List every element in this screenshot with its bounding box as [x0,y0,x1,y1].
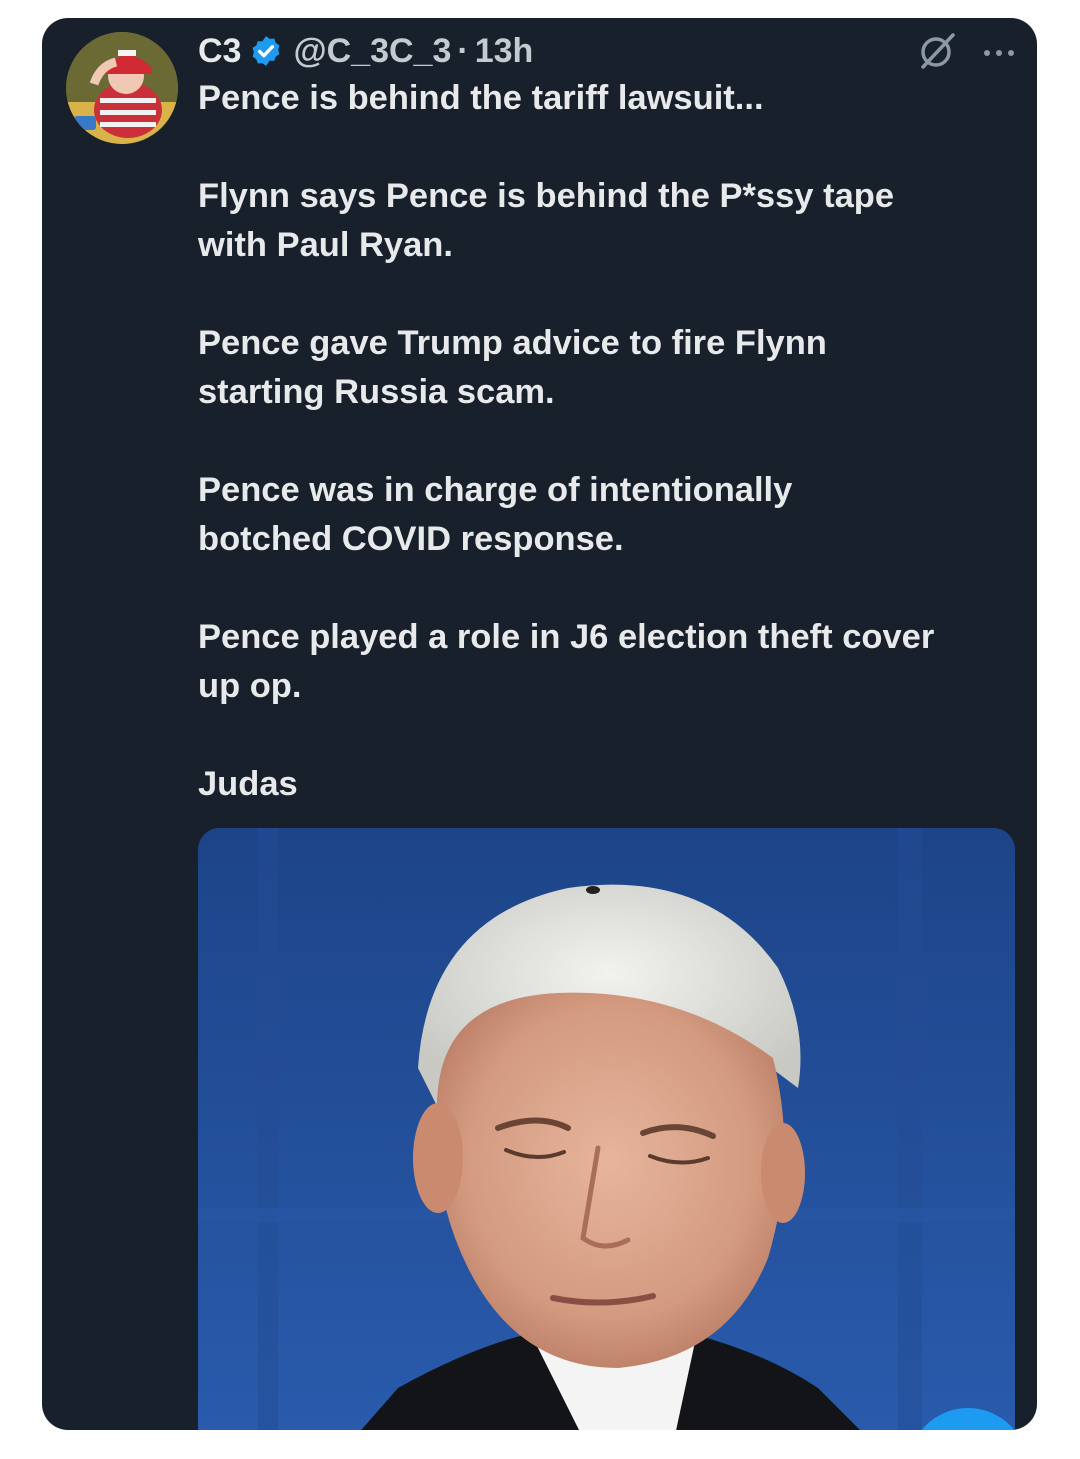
tweet-paragraph: Pence played a role in J6 election theft… [198,613,1018,711]
tweet-paragraph: Flynn says Pence is behind the P*ssy tap… [198,172,1018,270]
avatar[interactable] [66,32,178,144]
tweet-paragraph: Judas [198,760,1018,809]
tweet-card[interactable]: C3 @C_3C_3 · 13h Pence is behind the tar… [42,18,1037,1430]
tweet-paragraph: Pence is behind the tariff lawsuit... [198,74,1018,123]
tweet-line: Judas [198,765,298,803]
user-handle[interactable]: @C_3C_3 [293,32,451,71]
tweet-paragraph: Pence gave Trump advice to fire Flynn sta… [198,319,1018,417]
tweet-line: Pence gave Trump advice to fire Flynn [198,324,827,362]
display-name[interactable]: C3 [198,32,241,71]
verified-badge-icon [253,36,280,66]
tweet-line: Pence played a role in J6 election theft… [198,618,935,656]
tweet-line: with Paul Ryan. [198,226,453,264]
timestamp[interactable]: 13h [475,32,534,71]
tweet-media-photo[interactable] [198,828,1015,1430]
tweet-paragraph: Pence was in charge of intentionally botc… [198,466,1018,564]
portrait-photo [198,828,1015,1430]
more-icon[interactable] [981,46,1017,60]
tweet-line: starting Russia scam. [198,373,555,411]
tweet-text: Pence is behind the tariff lawsuit... Fl… [198,74,1018,809]
tweet-line: botched COVID response. [198,520,624,558]
tweet-line: up op. [198,667,302,705]
tweet-line: Pence was in charge of intentionally [198,471,793,509]
grok-icon[interactable] [915,29,959,73]
separator-dot: · [457,31,469,70]
avatar-image [66,32,178,144]
tweet-line: Flynn says Pence is behind the P*ssy tap… [198,177,895,215]
tweet-line: Pence is behind the tariff lawsuit... [198,79,764,117]
tweet-header: C3 @C_3C_3 · 13h [198,30,1017,72]
